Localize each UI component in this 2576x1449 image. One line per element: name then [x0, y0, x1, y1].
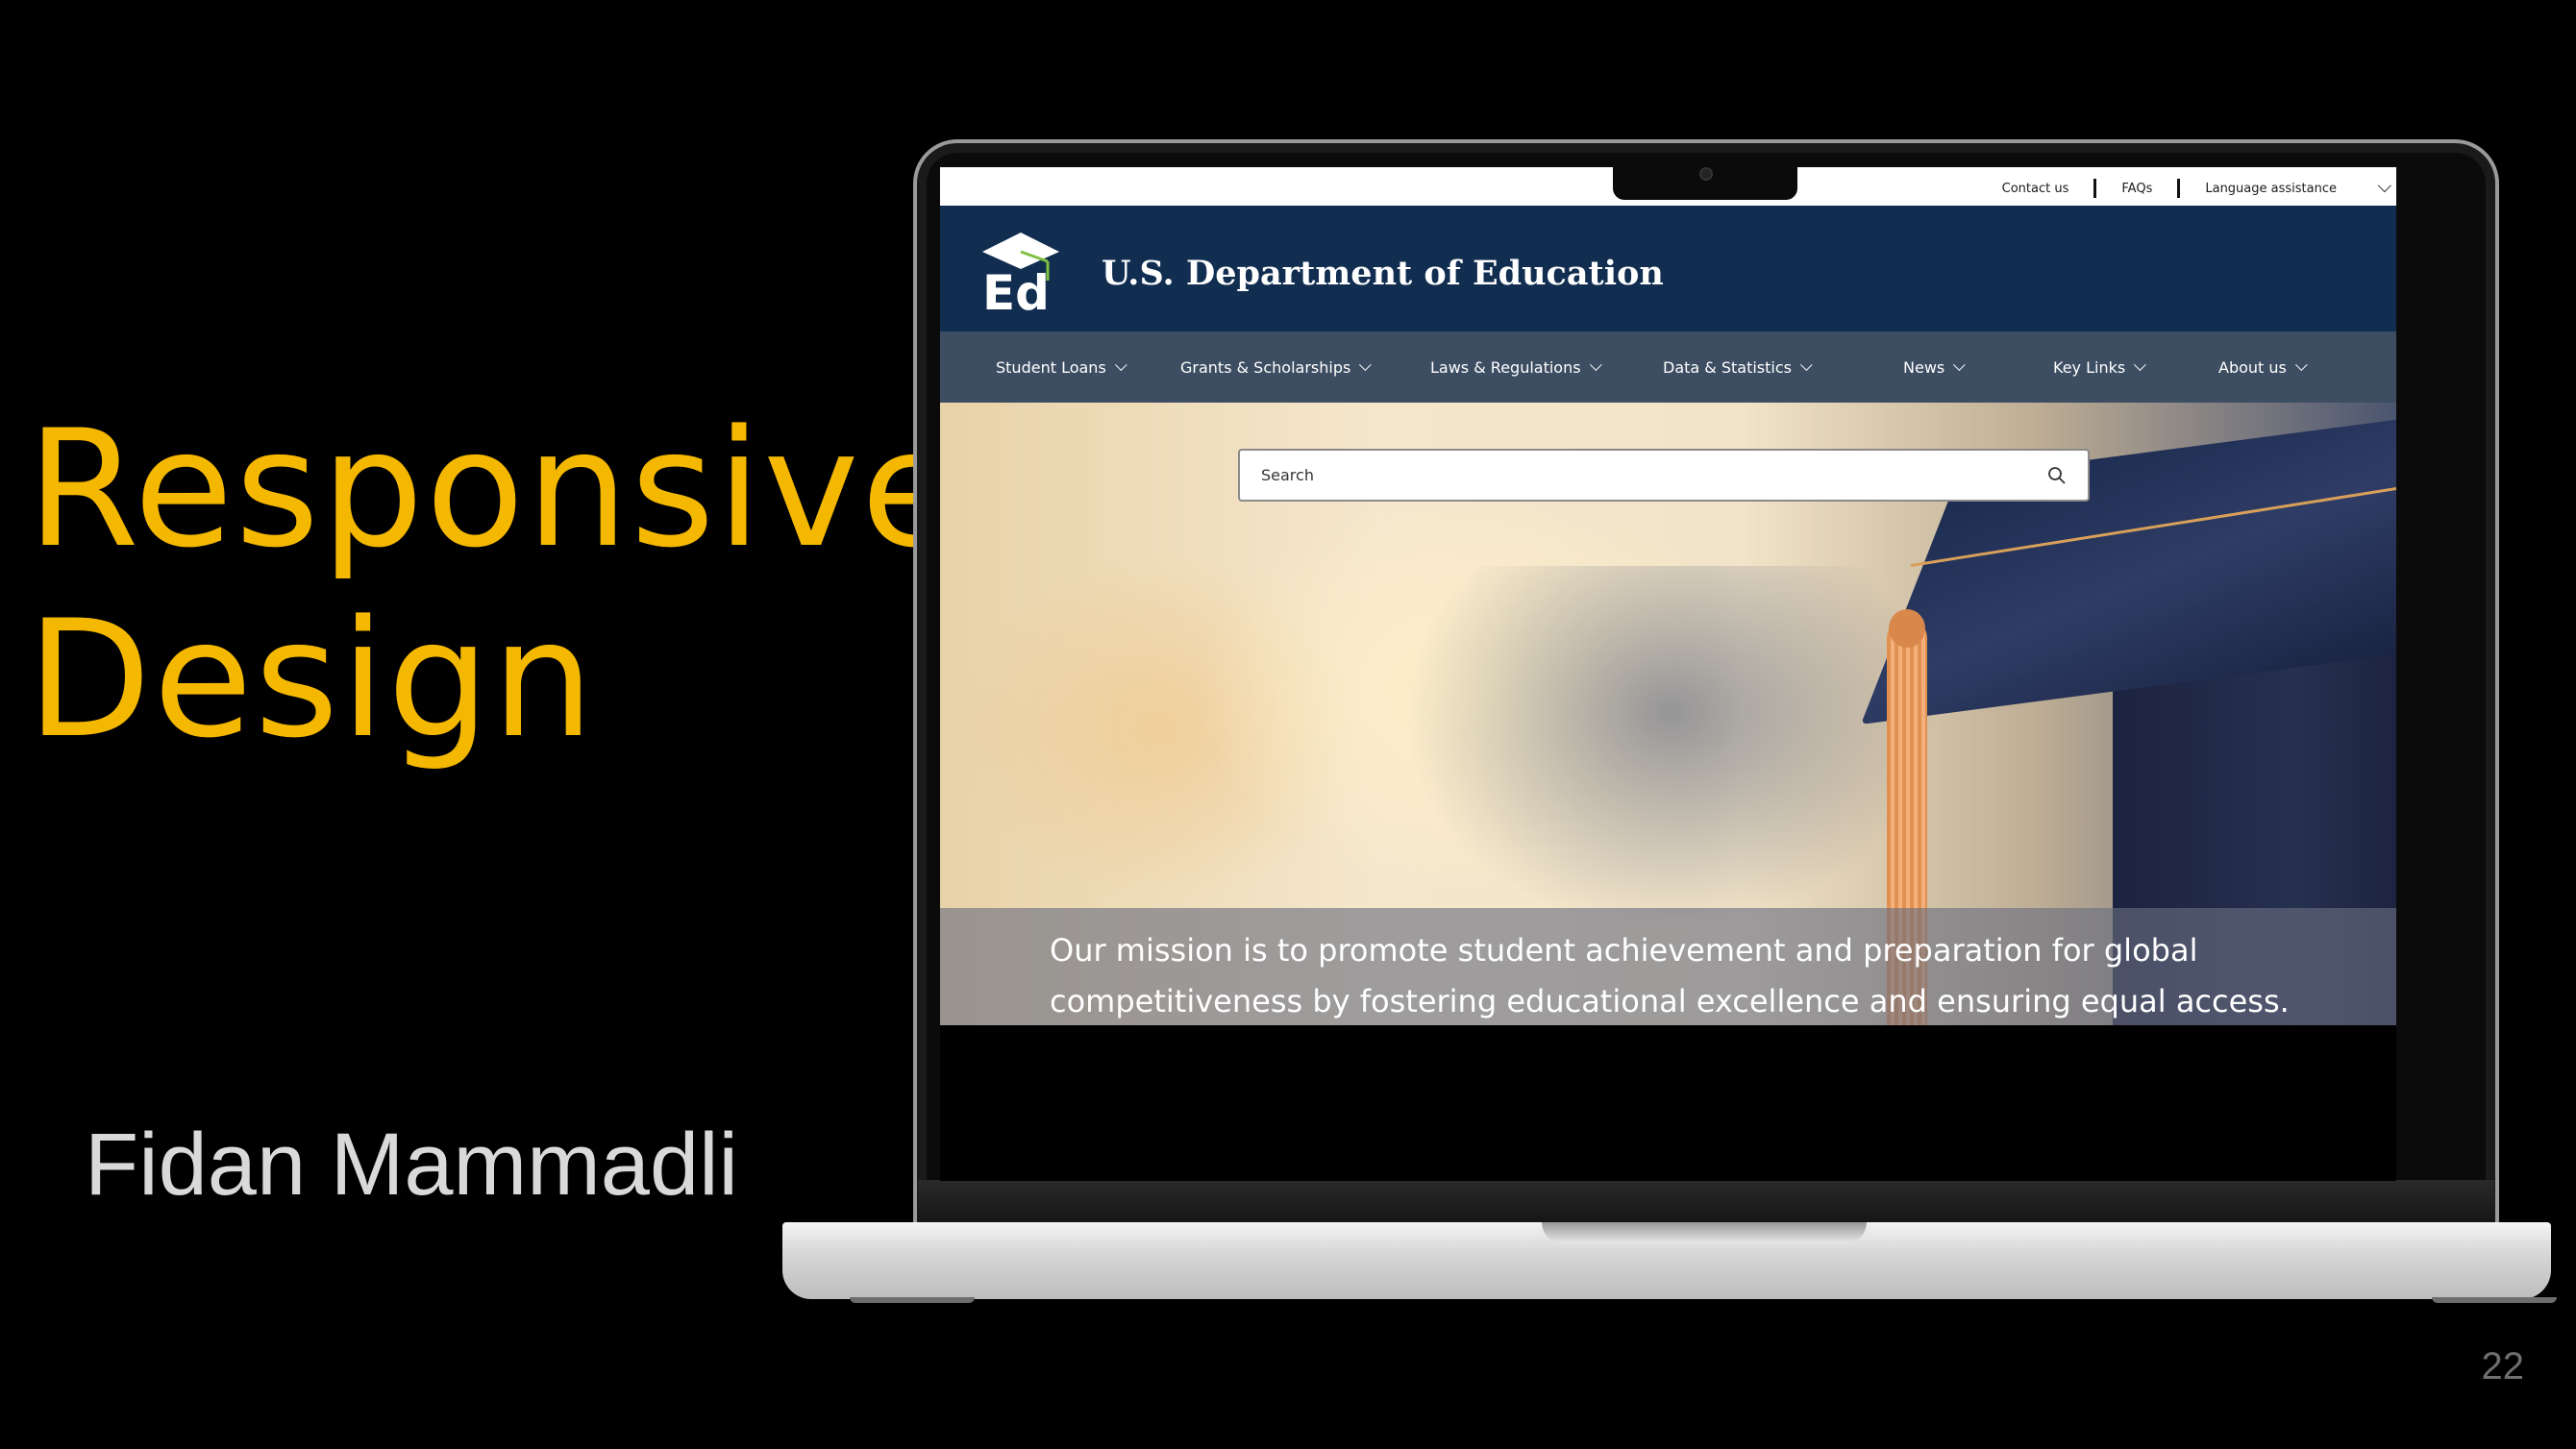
nav-laws-regulations[interactable]: Laws & Regulations — [1430, 332, 1602, 403]
hero-image-blur — [1401, 566, 1940, 931]
nav-grants-scholarships[interactable]: Grants & Scholarships — [1180, 332, 1373, 403]
utility-bar: Contact us FAQs Language assistance — [940, 167, 2396, 206]
chevron-down-icon — [1114, 357, 1127, 371]
chevron-down-icon — [1589, 357, 1602, 371]
main-navigation: Student Loans Grants & Scholarships Laws… — [940, 332, 2396, 403]
nav-data-statistics[interactable]: Data & Statistics — [1663, 332, 1813, 403]
nav-label: Key Links — [2053, 357, 2126, 377]
nav-label: Grants & Scholarships — [1180, 357, 1351, 377]
chevron-down-icon[interactable] — [2377, 179, 2391, 193]
nav-student-loans[interactable]: Student Loans — [996, 332, 1127, 403]
author-name: Fidan Mammadli — [85, 1116, 738, 1214]
nav-label: About us — [2218, 357, 2287, 377]
chevron-down-icon — [1359, 357, 1373, 371]
slide-title-line-1: Responsive — [27, 395, 962, 583]
nav-label: News — [1903, 357, 1945, 377]
chevron-down-icon — [1953, 357, 1966, 371]
mission-statement: Our mission is to promote student achiev… — [1050, 932, 2290, 1019]
mission-statement-band: Our mission is to promote student achiev… — [940, 908, 2396, 1025]
nav-label: Data & Statistics — [1663, 357, 1792, 377]
hero-banner: Our mission is to promote student achiev… — [940, 403, 2396, 1025]
faqs-link[interactable]: FAQs — [2096, 182, 2177, 196]
laptop-opening-notch — [1542, 1222, 1867, 1243]
camera-icon — [1613, 167, 1797, 200]
nav-about-us[interactable]: About us — [2218, 332, 2308, 403]
nav-news[interactable]: News — [1903, 332, 1966, 403]
chevron-down-icon — [2294, 357, 2308, 371]
search-input[interactable] — [1261, 466, 2047, 484]
search-icon[interactable] — [2047, 466, 2067, 485]
page-number: 22 — [2481, 1345, 2525, 1388]
search-field[interactable] — [1238, 449, 2090, 502]
laptop-foot-left — [850, 1297, 975, 1303]
chevron-down-icon — [1799, 357, 1813, 371]
header-brand-bar: Ed U.S. Department of Education — [940, 206, 2396, 332]
chevron-down-icon — [2134, 357, 2146, 371]
laptop-screen: Contact us FAQs Language assistance Ed U… — [940, 167, 2396, 1181]
laptop-foot-right — [2432, 1297, 2557, 1303]
slide-title-line-2: Design — [27, 585, 597, 774]
agency-name[interactable]: U.S. Department of Education — [1102, 254, 1664, 293]
language-assistance-link[interactable]: Language assistance — [2180, 182, 2362, 196]
slide-title: Responsive Design — [27, 394, 962, 774]
contact-us-link[interactable]: Contact us — [1977, 182, 2094, 196]
laptop-hinge — [918, 1180, 2494, 1222]
utility-links: Contact us FAQs Language assistance — [1977, 179, 2391, 198]
nav-key-links[interactable]: Key Links — [2053, 332, 2146, 403]
nav-label: Student Loans — [996, 357, 1106, 377]
hero-image-tassel-knot — [1889, 609, 1925, 648]
graduation-cap-logo-icon[interactable]: Ed — [978, 227, 1063, 315]
nav-label: Laws & Regulations — [1430, 357, 1581, 377]
svg-text:Ed: Ed — [982, 265, 1050, 315]
